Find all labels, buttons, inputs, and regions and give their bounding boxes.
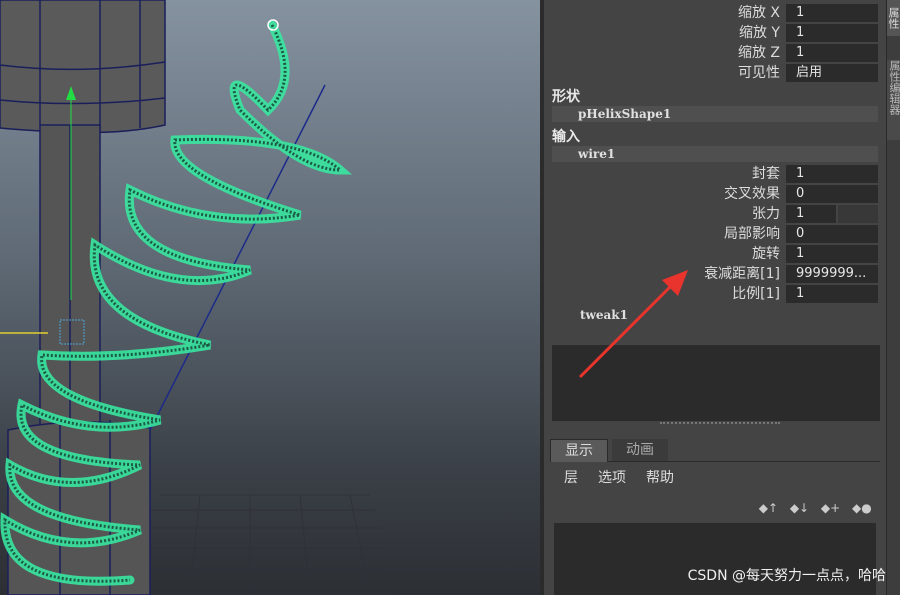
scale-z-row: 缩放 Z [640,44,780,62]
shape-section-title[interactable]: 形状 [552,86,580,106]
dropoff-distance-label: 衰减距离[1] [704,266,780,282]
scene-render [0,0,395,595]
3d-viewport[interactable] [0,0,540,595]
scale-label: 比例[1] [732,286,780,302]
envelope-row: 封套 [640,165,780,183]
scale-z-field[interactable]: 1 [786,44,878,62]
crossing-effect-row: 交叉效果 [640,185,780,203]
rotation-field[interactable]: 1 [786,245,878,263]
visibility-field[interactable]: 启用 [786,64,878,82]
scale-y-label: 缩放 Y [738,25,780,41]
menu-options[interactable]: 选项 [598,467,626,487]
watermark: CSDN @每天努力一点点，哈哈 [687,568,886,584]
tension-row: 张力 [640,205,780,223]
move-layer-down-icon[interactable]: ◆↓ [790,501,809,515]
side-tab-attributes[interactable]: 属性 [887,0,900,36]
shape-node-bar[interactable]: pHelixShape1 [552,106,878,122]
visibility-label: 可见性 [738,65,780,81]
local-influence-label: 局部影响 [724,226,780,242]
resize-handle[interactable] [660,422,780,426]
scale-x-field[interactable]: 1 [786,4,878,22]
tension-label: 张力 [752,206,780,222]
rotation-row: 旋转 [640,245,780,263]
move-layer-up-icon[interactable]: ◆↑ [759,501,778,515]
side-tab-strip: 属性 属性编辑器 [886,0,900,595]
annotation-arrow-icon [578,270,688,379]
crossing-effect-field[interactable]: 0 [786,185,878,203]
layer-editor-tabs: 显示 动画 [550,439,880,462]
new-layer-icon[interactable]: ◆+ [821,501,840,515]
layer-tool-icons: ◆↑ ◆↓ ◆+ ◆● [751,497,872,515]
local-influence-field[interactable]: 0 [786,225,878,243]
tab-animation[interactable]: 动画 [612,439,668,461]
tension-field[interactable]: 1 [786,205,836,223]
scale-z-label: 缩放 Z [737,45,780,61]
scale-y-field[interactable]: 1 [786,24,878,42]
envelope-label: 封套 [752,166,780,182]
tension-slider[interactable] [838,205,878,223]
visibility-row: 可见性 [640,64,780,82]
dropoff-distance-field[interactable]: 9999999... [786,265,878,283]
new-layer-selected-icon[interactable]: ◆● [852,501,872,515]
side-tab-attribute-editor[interactable]: 属性编辑器 [887,60,900,140]
crossing-effect-label: 交叉效果 [724,186,780,202]
envelope-field[interactable]: 1 [786,165,878,183]
tab-display[interactable]: 显示 [550,439,608,462]
scale-x-label: 缩放 X [737,5,780,21]
menu-help[interactable]: 帮助 [646,467,674,487]
menu-layers[interactable]: 层 [564,467,578,487]
rotation-label: 旋转 [752,246,780,262]
scale-y-row: 缩放 Y [640,24,780,42]
input-section-title[interactable]: 输入 [552,126,580,146]
scale-field[interactable]: 1 [786,285,878,303]
scale-x-row: 缩放 X [640,4,780,22]
input-node-bar[interactable]: wire1 [552,146,878,162]
local-influence-row: 局部影响 [640,225,780,243]
